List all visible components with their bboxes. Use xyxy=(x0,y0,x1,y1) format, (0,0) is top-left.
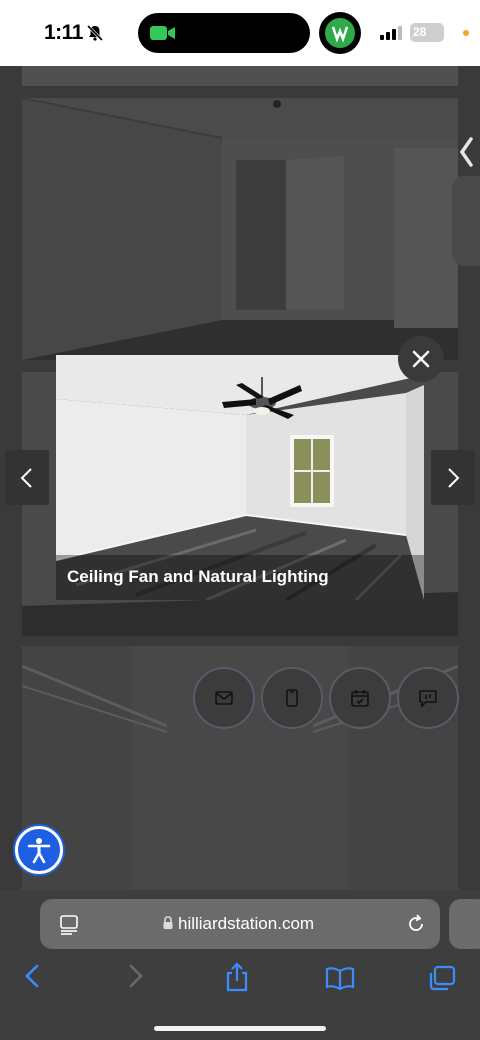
url-text: hilliardstation.com xyxy=(178,914,315,933)
close-lightbox-button[interactable] xyxy=(398,336,444,382)
room-photo xyxy=(22,98,458,360)
share-icon[interactable] xyxy=(224,962,250,992)
home-indicator xyxy=(154,1026,326,1031)
email-button[interactable] xyxy=(193,667,255,729)
lock-icon xyxy=(163,916,173,929)
lightbox-counter: (16/24) xyxy=(64,368,120,383)
gallery-tile[interactable] xyxy=(22,98,458,360)
dynamic-island xyxy=(138,13,310,53)
schedule-tour-button[interactable] xyxy=(329,667,391,729)
battery-indicator: 28 xyxy=(410,23,444,42)
close-icon xyxy=(412,350,430,368)
back-icon[interactable] xyxy=(22,964,42,988)
status-bar: 1:11 28 xyxy=(0,0,480,66)
chat-bubble-icon xyxy=(419,690,437,708)
previous-image-button[interactable] xyxy=(5,450,49,505)
side-drawer-tab[interactable] xyxy=(452,176,480,266)
video-camera-icon xyxy=(150,26,175,40)
gallery-tile[interactable] xyxy=(22,66,458,86)
browser-toolbar: hilliardstation.com xyxy=(0,890,480,1040)
page-menu-icon[interactable] xyxy=(60,915,78,935)
bell-slash-icon xyxy=(86,24,104,42)
address-bar[interactable]: hilliardstation.com xyxy=(40,899,440,949)
app-indicator-icon[interactable] xyxy=(319,12,361,54)
reload-icon[interactable] xyxy=(406,914,426,934)
tabs-icon[interactable] xyxy=(428,965,456,991)
battery-level: 28 xyxy=(413,25,427,39)
chat-button[interactable] xyxy=(397,667,459,729)
phone-button[interactable] xyxy=(261,667,323,729)
next-image-button[interactable] xyxy=(431,450,475,505)
phone-icon xyxy=(286,689,298,707)
privacy-indicator-dot xyxy=(463,30,469,36)
cellular-signal-icon xyxy=(380,26,402,40)
chevron-left-icon[interactable] xyxy=(458,136,474,168)
next-tab-peek[interactable] xyxy=(449,899,480,949)
accessibility-button[interactable] xyxy=(15,826,63,874)
accessibility-person-icon xyxy=(27,838,51,864)
forward-icon[interactable] xyxy=(126,964,146,988)
status-time: 1:11 xyxy=(44,21,83,44)
bookmarks-icon[interactable] xyxy=(325,966,355,990)
chevron-right-icon xyxy=(448,468,460,488)
chevron-left-icon xyxy=(20,468,32,488)
calendar-check-icon xyxy=(351,690,369,707)
envelope-icon xyxy=(215,691,233,705)
lightbox-caption: Ceiling Fan and Natural Lighting xyxy=(67,567,329,586)
